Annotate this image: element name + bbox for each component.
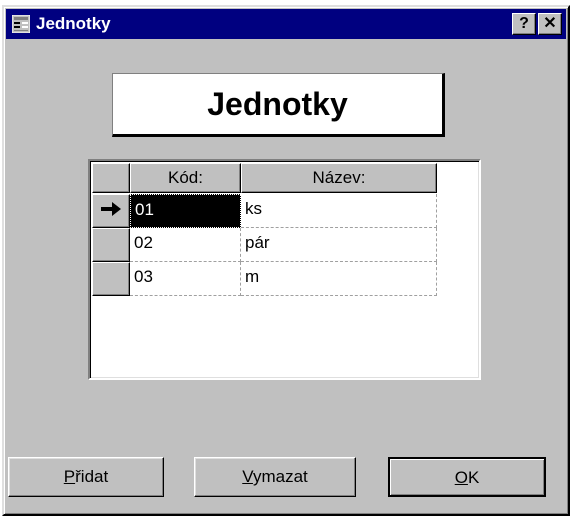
cell-code[interactable]: 02 xyxy=(130,228,241,262)
dialog-window: Jednotky ? ✕ Jednotky Kód: Název: 01 ks … xyxy=(2,5,570,516)
column-header-name[interactable]: Název: xyxy=(241,163,437,193)
title-bar[interactable]: Jednotky ? ✕ xyxy=(6,9,566,39)
row-selector-current[interactable] xyxy=(92,194,130,228)
add-button-accel: P xyxy=(63,467,76,486)
cell-name[interactable]: pár xyxy=(241,228,437,262)
delete-button[interactable]: Vymazat xyxy=(194,457,356,497)
delete-button-accel: V xyxy=(242,467,253,486)
cell-code[interactable]: 01 xyxy=(130,194,241,228)
heading-panel: Jednotky xyxy=(112,73,445,137)
ok-button[interactable]: OK xyxy=(388,457,546,497)
arrow-right-icon xyxy=(101,202,121,216)
cell-code[interactable]: 03 xyxy=(130,262,241,296)
close-button[interactable]: ✕ xyxy=(538,13,562,35)
form-icon xyxy=(12,15,30,33)
window-title: Jednotky xyxy=(36,14,111,33)
ok-button-label: K xyxy=(467,468,480,487)
add-button[interactable]: Přidat xyxy=(8,457,164,497)
page-title: Jednotky xyxy=(207,86,348,122)
cell-name[interactable]: ks xyxy=(241,194,437,228)
row-selector[interactable] xyxy=(92,228,130,262)
delete-button-label: ymazat xyxy=(252,467,308,486)
cell-name[interactable]: m xyxy=(241,262,437,296)
help-button[interactable]: ? xyxy=(512,13,536,35)
row-selector[interactable] xyxy=(92,262,130,296)
grid-corner xyxy=(92,163,130,193)
ok-button-accel: O xyxy=(454,468,468,487)
units-grid[interactable]: Kód: Název: 01 ks 02 pár 03 m xyxy=(88,159,481,380)
column-header-code[interactable]: Kód: xyxy=(130,163,241,193)
add-button-label: řidat xyxy=(75,467,109,486)
